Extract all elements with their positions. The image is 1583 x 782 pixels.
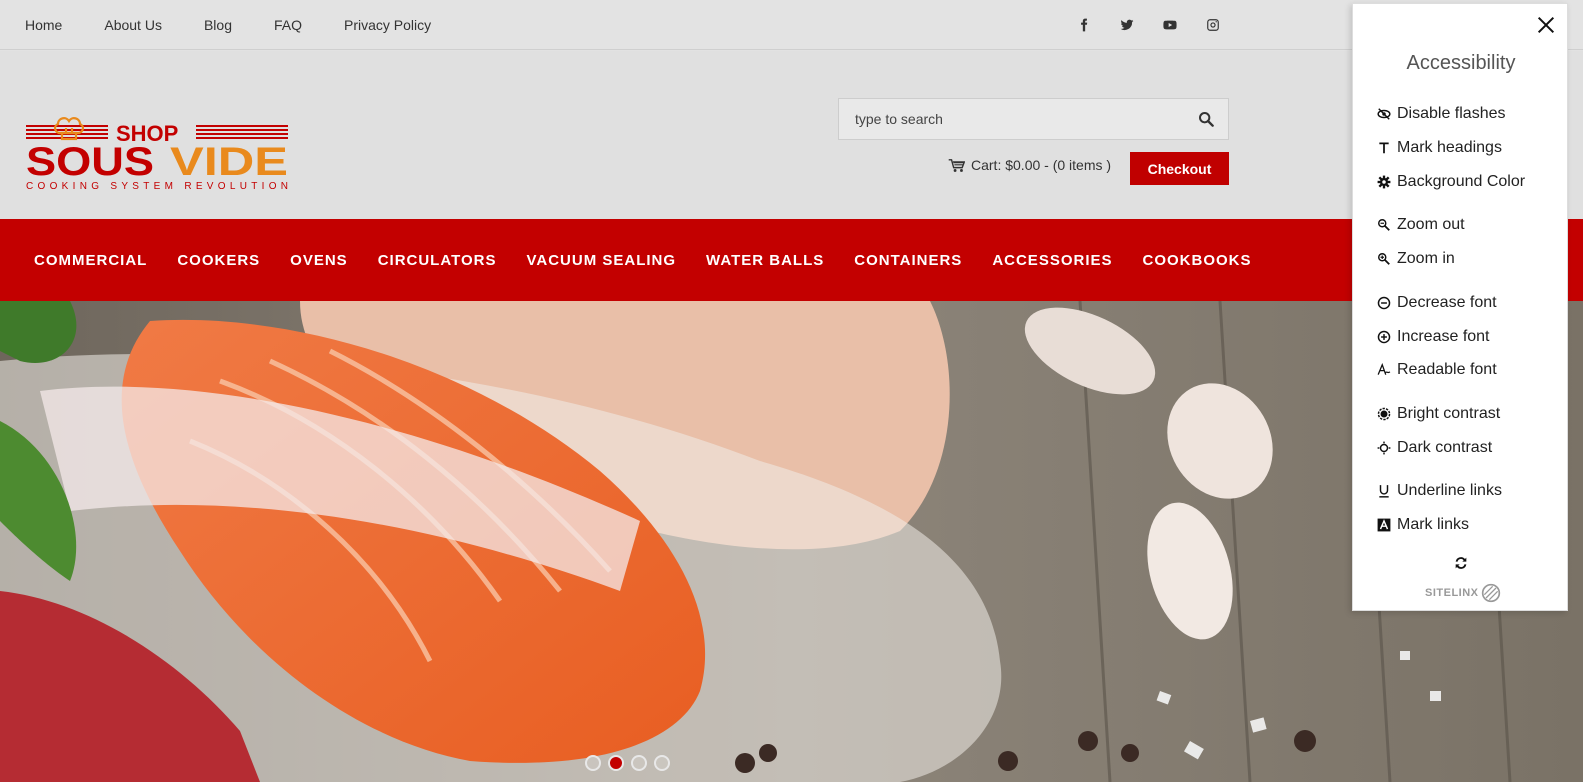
main-nav-water-balls[interactable]: WATER BALLS [706,252,824,269]
underline-icon [1379,485,1389,498]
readable-font-button[interactable]: Readable font [1377,361,1497,379]
main-nav-containers[interactable]: CONTAINERS [854,252,962,269]
main-nav-vacuum-sealing[interactable]: VACUUM SEALING [526,252,676,269]
svg-text:SOUS: SOUS [26,140,154,184]
hero-image [0,301,1583,782]
site-header: SHOP SOUS VIDE COOKING SYSTEM REVOLUTION… [0,51,1583,219]
accessibility-panel: Accessibility Disable flashes Mark headi… [1352,3,1568,611]
instagram-icon[interactable] [1191,15,1234,35]
top-nav-blog[interactable]: Blog [204,17,232,33]
main-nav-cookers[interactable]: COOKERS [177,252,260,269]
mark-headings-button[interactable]: Mark headings [1377,139,1502,157]
dark-contrast-button[interactable]: Dark contrast [1377,439,1492,457]
readable-font-label: Readable font [1397,361,1497,378]
sitelinx-brand[interactable]: SITELINX [1425,583,1501,603]
top-nav-home[interactable]: Home [25,17,62,33]
search-input[interactable] [839,111,1179,127]
zoom-in-label: Zoom in [1397,250,1455,267]
decrease-font-label: Decrease font [1397,294,1497,311]
main-nav-accessories[interactable]: ACCESSORIES [992,252,1112,269]
plus-circle-icon [1377,330,1391,344]
slider-dot-4[interactable] [654,755,670,771]
mark-links-label: Mark links [1397,516,1470,533]
decrease-font-button[interactable]: Decrease font [1377,294,1497,312]
zoom-out-icon [1378,219,1390,231]
bright-contrast-label: Bright contrast [1397,405,1501,422]
hero-slider[interactable] [0,301,1583,782]
zoom-out-label: Zoom out [1397,216,1465,233]
reset-icon[interactable] [1453,555,1469,571]
slider-dot-2[interactable] [608,755,624,771]
eye-slash-icon [1377,108,1391,120]
zoom-out-button[interactable]: Zoom out [1377,216,1465,234]
sitelinx-label: SITELINX [1425,587,1479,599]
main-nav-cookbooks[interactable]: COOKBOOKS [1143,252,1252,269]
checkout-button[interactable]: Checkout [1130,152,1229,185]
background-color-button[interactable]: Background Color [1377,173,1525,191]
close-icon[interactable] [1535,14,1557,36]
social-links [1062,15,1234,35]
sitelinx-logo-icon [1481,583,1500,603]
shop-sous-vide-logo[interactable]: SHOP SOUS VIDE COOKING SYSTEM REVOLUTION [26,111,290,193]
increase-font-button[interactable]: Increase font [1377,328,1490,346]
accessibility-title: Accessibility [1406,52,1516,74]
disable-flashes-button[interactable]: Disable flashes [1377,105,1506,123]
mark-links-icon [1377,518,1391,532]
cart-icon [948,158,965,172]
top-nav-about-us[interactable]: About Us [104,17,162,33]
slider-dot-3[interactable] [631,755,647,771]
top-nav-privacy-policy[interactable]: Privacy Policy [344,17,431,33]
minus-circle-icon [1377,296,1391,310]
disable-flashes-label: Disable flashes [1397,105,1506,122]
top-nav: Home About Us Blog FAQ Privacy Policy [25,0,473,50]
youtube-icon[interactable] [1148,15,1191,35]
mark-headings-label: Mark headings [1397,139,1502,156]
underline-links-label: Underline links [1397,482,1502,499]
zoom-in-button[interactable]: Zoom in [1377,250,1455,268]
gear-icon [1377,175,1391,189]
dark-contrast-icon [1377,441,1391,455]
top-bar: Home About Us Blog FAQ Privacy Policy [0,0,1583,50]
cart-summary[interactable]: Cart: $0.00 - (0 items ) [948,157,1111,173]
facebook-icon[interactable] [1062,15,1105,35]
cart-items: - (0 items ) [1044,157,1112,173]
dark-contrast-label: Dark contrast [1397,439,1493,456]
background-color-label: Background Color [1397,173,1526,190]
bright-contrast-button[interactable]: Bright contrast [1377,405,1500,423]
cart-label: Cart: [971,157,1002,173]
slider-dots [585,755,677,771]
slider-dot-1[interactable] [585,755,601,771]
main-nav-circulators[interactable]: CIRCULATORS [378,252,497,269]
bright-contrast-icon [1377,407,1391,421]
increase-font-label: Increase font [1397,328,1490,345]
mark-links-button[interactable]: Mark links [1377,516,1469,534]
svg-text:VIDE: VIDE [170,140,288,184]
top-nav-faq[interactable]: FAQ [274,17,302,33]
zoom-in-icon [1378,253,1390,265]
main-nav: COMMERCIAL COOKERS OVENS CIRCULATORS VAC… [0,219,1583,301]
main-nav-commercial[interactable]: COMMERCIAL [34,252,147,269]
twitter-icon[interactable] [1105,15,1148,35]
search-icon[interactable] [1198,111,1214,127]
readable-font-icon [1377,363,1391,375]
search-box [838,98,1229,140]
cart-amount: $0.00 [1005,157,1041,173]
heading-icon [1379,142,1389,154]
underline-links-button[interactable]: Underline links [1377,482,1502,500]
main-nav-ovens[interactable]: OVENS [290,252,348,269]
